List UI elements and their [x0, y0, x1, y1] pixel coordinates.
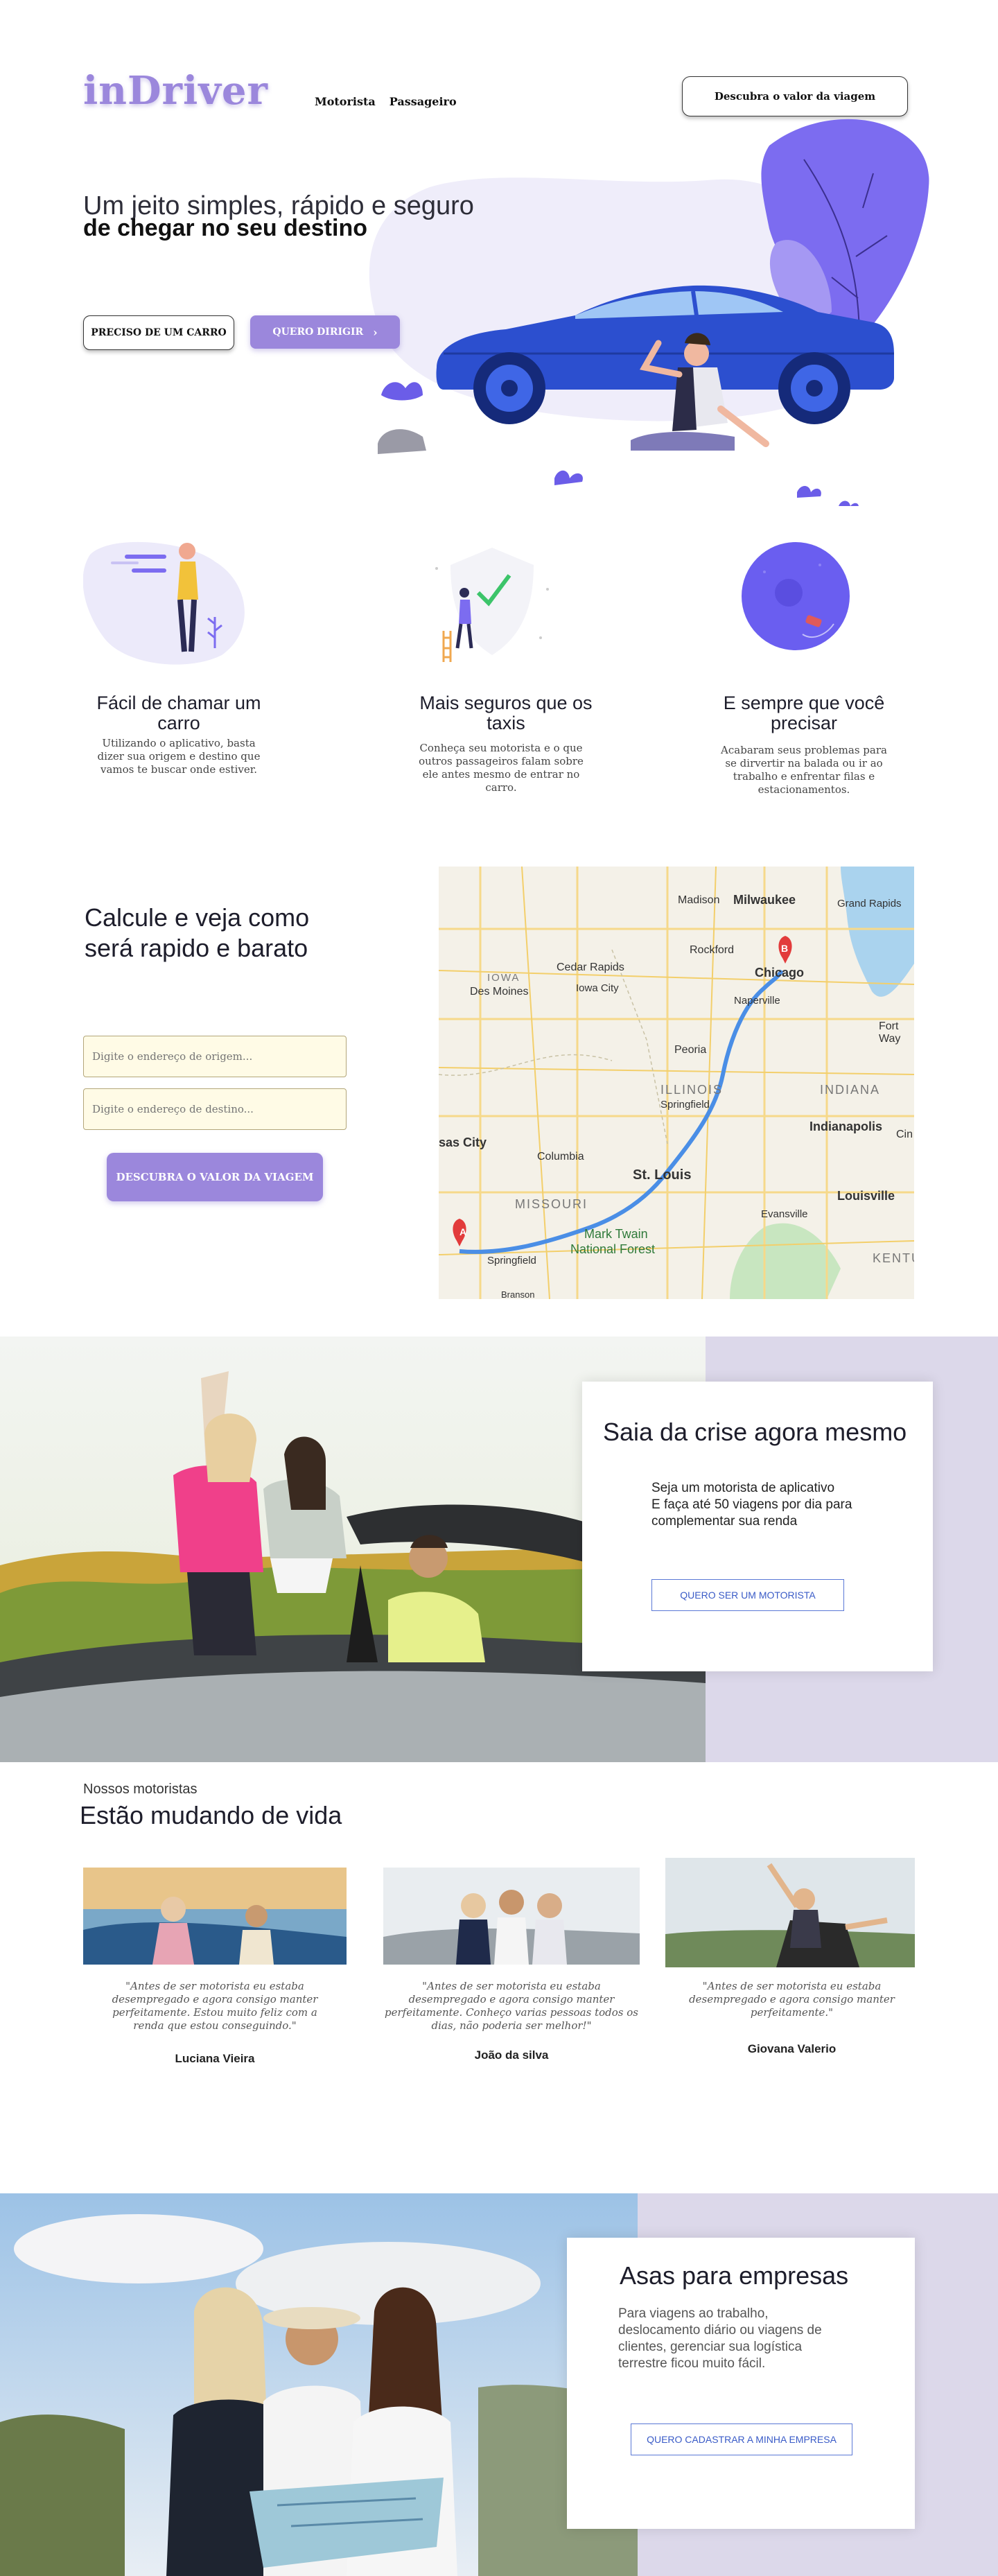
map-label: Peoria — [674, 1044, 707, 1056]
want-drive-button[interactable]: QUERO DIRIGIR › — [250, 315, 400, 349]
calculator-title: Calcule e veja como será rapido e barato — [85, 903, 310, 962]
map-label: Fort Way — [879, 1020, 901, 1045]
map-label: IOWA — [487, 972, 520, 984]
testimonial-name: Luciana Vieira — [175, 2052, 255, 2065]
business-title: Asas para empresas — [620, 2261, 849, 2290]
feature-always-desc: Acabaram seus problemas para se dirverti… — [721, 744, 887, 796]
feature-always-title: E sempre que você precisar — [723, 693, 885, 733]
map-label: National Forest — [570, 1242, 656, 1256]
map-label: Cedar Rapids — [557, 961, 624, 973]
business-text: Para viagens ao trabalho, deslocamento d… — [618, 2306, 822, 2371]
hero-illustration — [369, 119, 929, 506]
map-label: St. Louis — [633, 1167, 692, 1183]
feature-always-illustration — [742, 542, 850, 650]
driver-photo-giovana — [665, 1858, 915, 1967]
map-marker-b: B — [781, 943, 789, 954]
want-drive-label: QUERO DIRIGIR — [272, 327, 364, 338]
testimonial-name: João da silva — [474, 2048, 549, 2062]
map-label: Columbia — [537, 1151, 584, 1163]
promo-text-line2: E faça até 50 viagens por dia para compl… — [651, 1497, 852, 1529]
map-label: Milwaukee — [733, 893, 796, 907]
feature-easy-title: Fácil de chamar um carro — [96, 693, 261, 733]
map-label: ILLINOIS — [660, 1083, 724, 1097]
driver-photo-joao — [383, 1868, 640, 1965]
testimonial-name: Giovana Valerio — [747, 2042, 837, 2055]
chevron-right-icon: › — [373, 325, 378, 339]
map-label: Springfield — [487, 1255, 536, 1267]
map-label: Des Moines — [470, 986, 529, 998]
feature-safe-title: Mais seguros que os taxis — [419, 693, 593, 733]
promo-text-line1: Seja um motorista de aplicativo — [651, 1481, 835, 1495]
map-label: Springfield — [660, 1099, 710, 1111]
drivers-kicker: Nossos motoristas — [83, 1782, 198, 1797]
map-label: sas City — [439, 1135, 487, 1149]
map-label: Madison — [678, 894, 720, 906]
map-label: Louisville — [837, 1189, 895, 1203]
map-label: Naperville — [734, 995, 780, 1007]
testimonial-quote: "Antes de ser motorista eu estaba desemp… — [112, 1980, 318, 2032]
feature-safe-desc: Conheça seu motorista e o que outros pas… — [419, 742, 584, 794]
driver-photo-luciana — [83, 1868, 347, 1965]
drivers-title: Estão mudando de vida — [80, 1801, 342, 1829]
map-label: Chicago — [755, 966, 805, 980]
logo[interactable]: inDriver — [83, 68, 268, 114]
map-marker-a: A — [459, 1226, 467, 1237]
map-label: KENTU — [873, 1251, 914, 1265]
map-label: Evansville — [761, 1208, 808, 1220]
map-label: Grand Rapids — [837, 898, 902, 910]
business-card: Asas para empresas Para viagens ao traba… — [567, 2238, 915, 2529]
map-label: Cin — [896, 1129, 913, 1140]
become-driver-button[interactable]: QUERO SER UM MOTORISTA — [651, 1579, 844, 1611]
testimonial-quote: "Antes de ser motorista eu estaba desemp… — [689, 1980, 895, 2019]
route-map[interactable]: A B Madison Milwaukee Grand Rapids Rockf… — [439, 867, 914, 1299]
map-label: Iowa City — [576, 982, 619, 994]
business-photo-friends-map — [0, 2193, 638, 2576]
origin-address-input[interactable] — [83, 1036, 347, 1077]
destination-address-input[interactable] — [83, 1088, 347, 1130]
map-label: INDIANA — [820, 1083, 881, 1097]
register-company-button[interactable]: QUERO CADASTRAR A MINHA EMPRESA — [631, 2423, 852, 2455]
promo-title: Saia da crise agora mesmo — [603, 1418, 907, 1446]
map-label: Indianapolis — [809, 1120, 883, 1133]
feature-safe-illustration — [435, 548, 549, 662]
need-car-button[interactable]: PRECISO DE UM CARRO — [83, 315, 234, 350]
map-label: MISSOURI — [515, 1197, 588, 1211]
map-label: Mark Twain — [584, 1227, 648, 1241]
testimonial-quote: "Antes de ser motorista eu estaba desemp… — [385, 1980, 638, 2032]
feature-easy-desc: Utilizando o aplicativo, basta dizer sua… — [97, 737, 261, 776]
calculate-price-button[interactable]: DESCUBRA O VALOR DA VIAGEM — [107, 1153, 323, 1201]
map-label: Branson — [501, 1289, 535, 1299]
hero-headline-line2: de chegar no seu destino — [83, 215, 367, 241]
feature-easy-illustration — [83, 541, 245, 665]
map-label: Rockford — [690, 944, 735, 956]
promo-card: Saia da crise agora mesmo Seja um motori… — [582, 1382, 933, 1671]
